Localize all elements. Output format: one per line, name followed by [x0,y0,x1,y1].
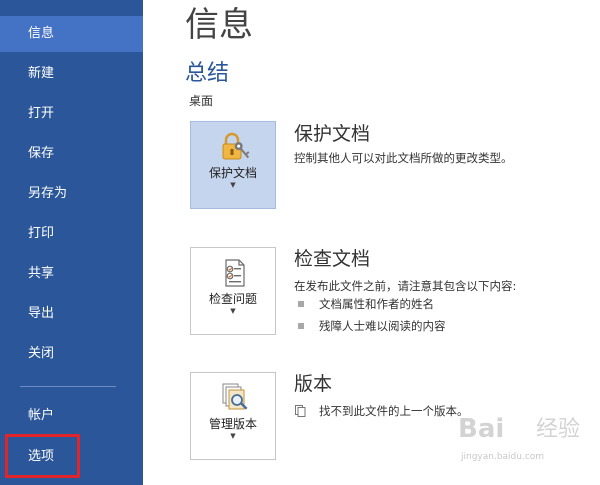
nav-item-print[interactable]: 打印 [0,216,143,252]
nav-item-account[interactable]: 帐户 [0,398,143,434]
nav-item-close[interactable]: 关闭 [0,336,143,372]
nav-item-share[interactable]: 共享 [0,256,143,292]
section-title: 总结 [185,61,230,86]
manage-versions-button[interactable]: 管理版本 ▼ [190,372,276,460]
sidebar-divider [20,386,116,387]
inspect-document-title: 检查文档 [294,248,371,270]
lock-key-icon [222,132,250,160]
chevron-down-icon: ▼ [230,432,236,440]
chevron-down-icon: ▼ [230,181,236,189]
page-title: 信息 [185,5,253,45]
nav-item-export[interactable]: 导出 [0,296,143,332]
check-issues-tile-label: 检查问题 [208,292,257,306]
watermark-brand-secondary: 经验 [536,417,581,442]
chevron-down-icon: ▼ [230,307,236,315]
file-location: 桌面 [189,94,214,108]
protect-document-tile-label: 保护文档 [208,166,257,180]
nav-item-open[interactable]: 打开 [0,96,143,132]
bullet-icon [298,323,304,329]
versions-description: 找不到此文件的上一个版本。 [319,404,469,418]
versions-title: 版本 [294,373,333,395]
protect-document-button[interactable]: 保护文档 ▼ [190,121,276,209]
version-magnifier-icon [222,383,248,410]
bullet-icon [298,301,304,307]
manage-versions-tile-label: 管理版本 [208,417,257,431]
backstage-sidebar: 信息 新建 打开 保存 另存为 打印 共享 导出 关闭 帐户 选项 [0,0,143,485]
inspect-bullet-properties: 文档属性和作者的姓名 [319,297,434,311]
watermark-url: jingyan.baidu.com [461,452,545,462]
check-issues-button[interactable]: 检查问题 ▼ [190,247,276,335]
nav-item-save[interactable]: 保存 [0,136,143,172]
inspect-document-description: 在发布此文件之前，请注意其包含以下内容: [294,279,517,293]
options-highlight-box [5,434,80,478]
document-icon [295,405,306,417]
protect-document-description: 控制其他人可以对此文档所做的更改类型。 [294,151,513,165]
document-checklist-icon [225,259,245,287]
nav-item-save-as[interactable]: 另存为 [0,176,143,212]
inspect-bullet-accessibility: 残障人士难以阅读的内容 [319,319,446,333]
nav-item-info[interactable]: 信息 [0,16,143,52]
baidu-watermark: Bai 经验 jingyan.baidu.com [458,412,598,478]
watermark-brand: Bai [458,414,505,444]
protect-document-title: 保护文档 [294,123,371,145]
nav-item-new[interactable]: 新建 [0,56,143,92]
